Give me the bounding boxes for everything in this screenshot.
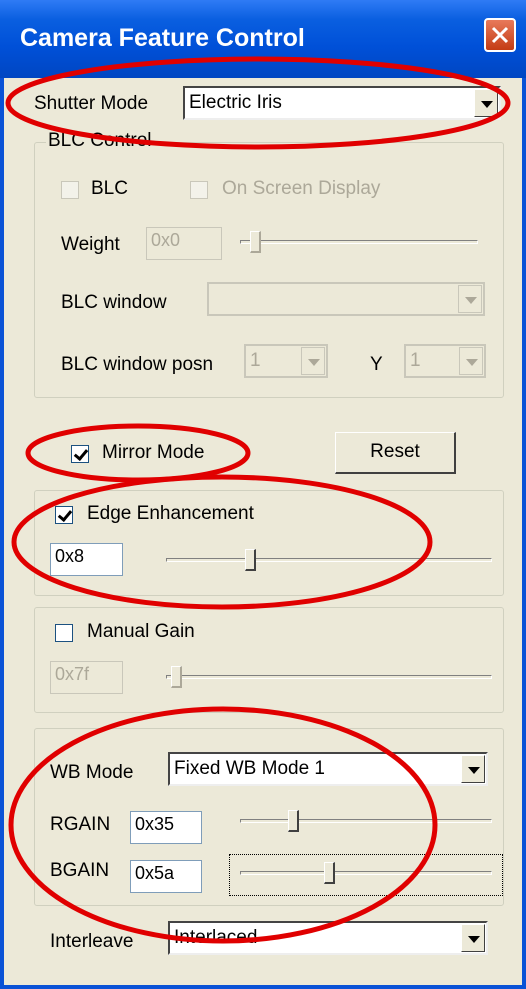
edge-enhancement-field[interactable]: 0x8: [50, 543, 123, 576]
title-bar[interactable]: Camera Feature Control: [0, 0, 526, 78]
chevron-down-icon[interactable]: [459, 347, 483, 375]
close-icon: [491, 26, 509, 44]
edge-enhancement-slider[interactable]: [166, 549, 492, 571]
weight-slider-track: [240, 240, 478, 244]
shutter-mode-label: Shutter Mode: [34, 93, 149, 114]
chevron-down-icon[interactable]: [301, 347, 325, 375]
weight-slider-thumb[interactable]: [250, 231, 261, 253]
blc-window-posn-y-dropdown[interactable]: 1: [404, 344, 486, 378]
chevron-down-icon[interactable]: [461, 755, 485, 783]
manual-gain-slider-thumb[interactable]: [171, 666, 182, 688]
chevron-down-icon[interactable]: [458, 285, 482, 313]
reset-button[interactable]: Reset: [335, 432, 456, 474]
blc-window-label: BLC window: [61, 292, 167, 313]
wb-mode-dropdown[interactable]: Fixed WB Mode 1: [168, 752, 488, 786]
window-title: Camera Feature Control: [20, 24, 305, 52]
blc-label: BLC: [91, 178, 128, 199]
blc-window-posn-label: BLC window posn: [61, 354, 214, 375]
osd-label: On Screen Display: [222, 178, 381, 199]
weight-field[interactable]: 0x0: [146, 227, 222, 260]
bgain-slider-track: [240, 871, 492, 875]
interleave-label: Interleave: [50, 931, 134, 952]
manual-gain-field[interactable]: 0x7f: [50, 661, 123, 694]
edge-enhancement-checkbox[interactable]: [55, 506, 73, 524]
rgain-field[interactable]: 0x35: [130, 811, 202, 844]
weight-label: Weight: [61, 234, 120, 255]
bgain-slider[interactable]: [240, 862, 492, 884]
bgain-field[interactable]: 0x5a: [130, 860, 202, 893]
shutter-mode-dropdown[interactable]: Electric Iris: [183, 86, 501, 120]
interleave-dropdown[interactable]: Interlaced: [168, 921, 488, 955]
blc-window-dropdown[interactable]: [207, 282, 485, 316]
rgain-slider-thumb[interactable]: [288, 810, 299, 832]
mirror-mode-label: Mirror Mode: [102, 442, 205, 463]
edge-enhancement-slider-track: [166, 558, 492, 562]
edge-enhancement-slider-thumb[interactable]: [245, 549, 256, 571]
rgain-slider[interactable]: [240, 810, 492, 832]
blc-checkbox[interactable]: [61, 181, 79, 199]
mirror-mode-checkbox[interactable]: [71, 445, 89, 463]
interleave-value: Interlaced: [174, 927, 258, 948]
rgain-label: RGAIN: [50, 814, 111, 835]
shutter-mode-value: Electric Iris: [189, 92, 282, 113]
wb-mode-value: Fixed WB Mode 1: [174, 758, 325, 779]
blc-window-posn-y-value: 1: [410, 350, 421, 371]
bgain-label: BGAIN: [50, 860, 110, 881]
blc-control-legend: BLC Control: [46, 130, 154, 152]
rgain-slider-track: [240, 819, 492, 823]
manual-gain-slider-track: [166, 675, 492, 679]
osd-checkbox[interactable]: [190, 181, 208, 199]
bgain-slider-thumb[interactable]: [324, 862, 335, 884]
blc-window-posn-x-dropdown[interactable]: 1: [244, 344, 328, 378]
manual-gain-label: Manual Gain: [87, 621, 195, 642]
y-label: Y: [370, 354, 383, 375]
chevron-down-icon[interactable]: [474, 89, 498, 117]
manual-gain-slider[interactable]: [166, 666, 492, 688]
edge-enhancement-label: Edge Enhancement: [87, 503, 254, 524]
manual-gain-checkbox[interactable]: [55, 624, 73, 642]
close-button[interactable]: [484, 18, 516, 52]
wb-mode-label: WB Mode: [50, 762, 134, 783]
weight-slider[interactable]: [240, 231, 478, 253]
blc-window-posn-x-value: 1: [250, 350, 261, 371]
chevron-down-icon[interactable]: [461, 924, 485, 952]
